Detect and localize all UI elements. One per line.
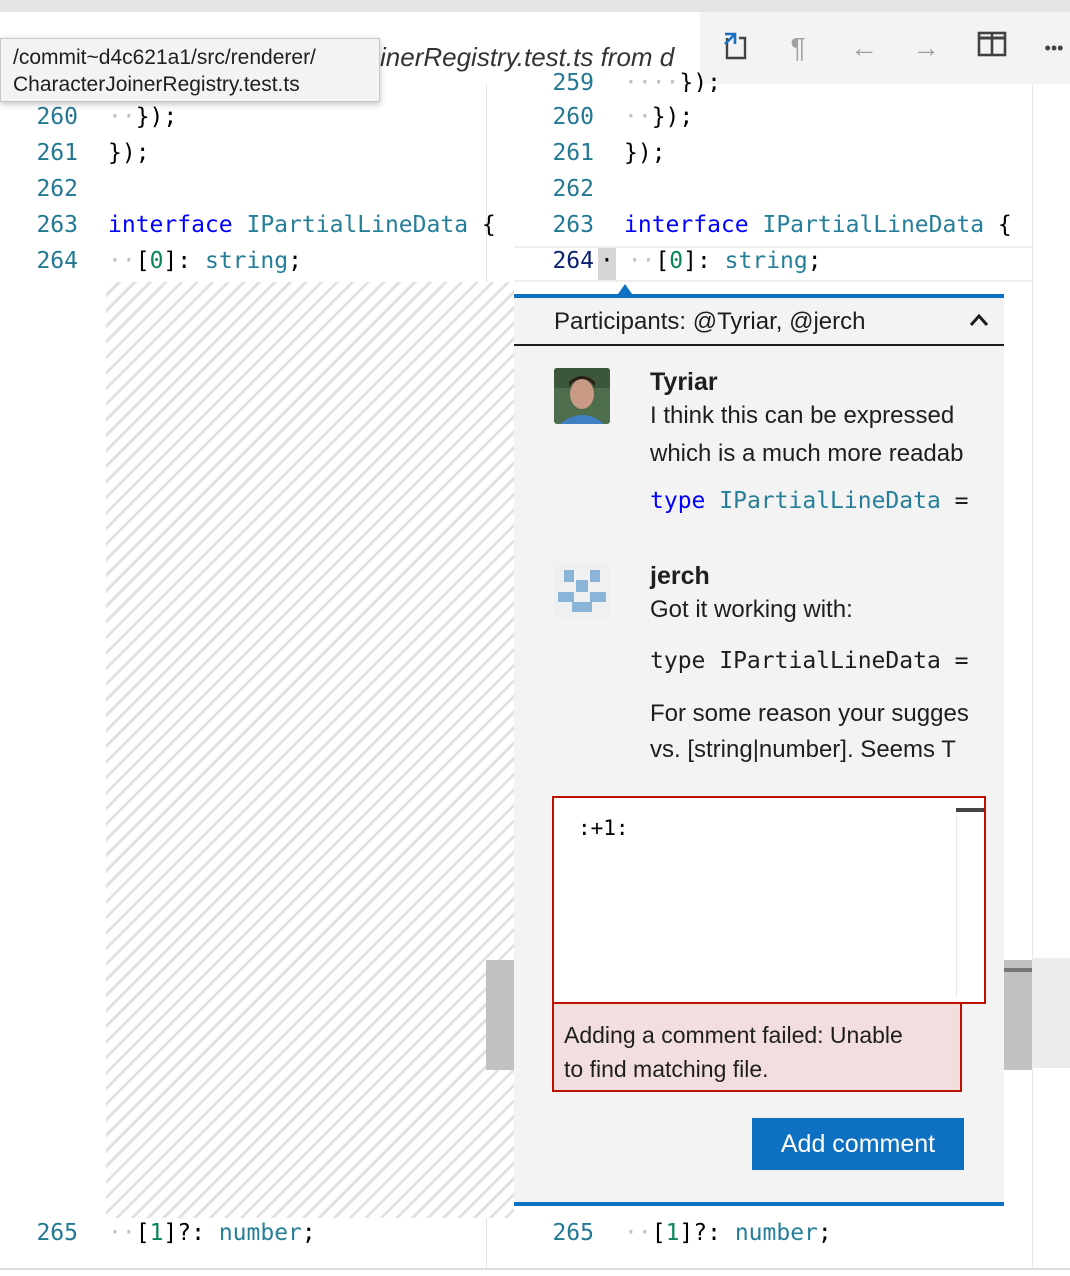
line-number: 263 [36,212,78,238]
comment-text: For some reason your sugges [650,700,969,727]
code-line: · ··[0]: string; [600,248,822,274]
error-message: Adding a comment failed: Unable to find … [552,1002,962,1092]
line-number: 265 [36,1220,78,1246]
comment-code: type IPartialLineData = [650,648,969,674]
reply-scroll-track [956,808,957,998]
line-number: 259 [552,70,594,92]
code-line: }); [624,140,666,166]
minimap-track [1032,84,1070,1268]
code-line: ····}); [624,70,721,92]
comment-text: Got it working with: [650,596,853,623]
avatar [554,562,610,618]
line-number: 262 [552,176,594,202]
right-editor-scrollbar[interactable] [1004,960,1032,1070]
tooltip-line-2: CharacterJoinerRegistry.test.ts [13,73,300,96]
widget-arrow [618,284,632,294]
comment-text: which is a much more readab [650,440,964,467]
code-line: ··}); [108,104,178,130]
window-top-strip [0,0,1070,12]
comment-thread-widget: Participants: @Tyriar, @jerch Tyriar I t… [514,294,1004,1206]
line-number: 261 [552,140,594,166]
line-number: 260 [36,104,78,130]
comment-author: Tyriar [650,368,718,396]
reply-scrollbar[interactable] [956,808,984,812]
code-line: ··}); [624,104,694,130]
open-file-icon[interactable] [718,30,754,73]
code-line: interface IPartialLineData { [108,212,496,238]
diff-empty-region [106,282,514,1218]
tab-title[interactable]: inerRegistry.test.ts from d [380,42,700,73]
participants-label: Participants: @Tyriar, @jerch [554,308,866,335]
previous-change-icon[interactable]: ← [846,30,882,66]
code-line: ··[1]?: number; [108,1220,316,1246]
comment-text: vs. [string|number]. Seems T [650,736,956,763]
code-line: }); [108,140,150,166]
line-number: 264 [36,248,78,274]
bottom-border [0,1268,1070,1270]
line-number: 265 [552,1220,594,1246]
reply-input-value[interactable]: :+1: [578,816,629,840]
next-change-icon[interactable]: → [908,30,944,66]
reply-input[interactable]: :+1: [552,796,986,1004]
comment-author: jerch [650,562,710,590]
tooltip-line-1: /commit~d4c621a1/src/renderer/ [13,46,316,69]
error-text-line-2: to find matching file. [564,1056,769,1082]
left-editor-scrollbar[interactable] [486,960,514,1070]
avatar [554,368,610,424]
add-comment-button[interactable]: Add comment [752,1118,964,1170]
collapse-icon[interactable] [969,306,989,334]
whitespace-icon[interactable]: ¶ [780,30,816,66]
split-editor-icon[interactable] [974,30,1010,67]
code-line: interface IPartialLineData { [624,212,1012,238]
comment-code: type IPartialLineData = [650,488,969,514]
header-separator [514,344,1004,346]
line-number: 262 [36,176,78,202]
code-line: ··[0]: string; [108,248,302,274]
line-number: 264 [552,248,594,274]
file-path-tooltip: /commit~d4c621a1/src/renderer/ Character… [0,38,380,102]
more-actions-icon[interactable]: ••• [1036,30,1070,66]
code-line: ··[1]?: number; [624,1220,832,1246]
line-number: 261 [36,140,78,166]
comment-text: I think this can be expressed [650,402,955,429]
error-text-line-1: Adding a comment failed: Unable [564,1022,903,1048]
line-number: 260 [552,104,594,130]
overview-ruler-mark [1004,968,1032,972]
line-number: 263 [552,212,594,238]
minimap-slider[interactable] [1032,958,1070,1068]
